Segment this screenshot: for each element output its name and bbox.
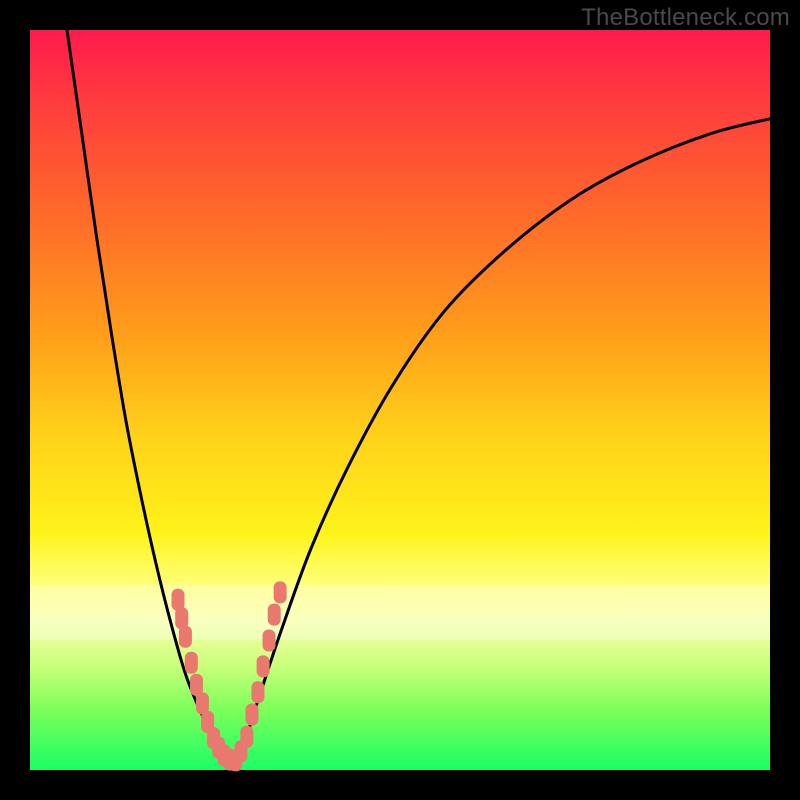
marker-point (185, 652, 198, 674)
marker-point (263, 630, 276, 652)
marker-point (251, 681, 264, 703)
marker-point (257, 655, 270, 677)
watermark-text: TheBottleneck.com (581, 4, 790, 32)
marker-point (240, 726, 253, 748)
chart-frame: TheBottleneck.com (0, 0, 800, 800)
chart-svg (30, 30, 770, 770)
marker-point (246, 704, 259, 726)
plot-area (30, 30, 770, 770)
curve-markers (172, 581, 287, 771)
series-right-curve (230, 119, 770, 763)
marker-point (179, 626, 192, 648)
marker-point (274, 581, 287, 603)
curve-lines (67, 30, 770, 763)
marker-point (268, 604, 281, 626)
series-left-curve (67, 30, 230, 763)
